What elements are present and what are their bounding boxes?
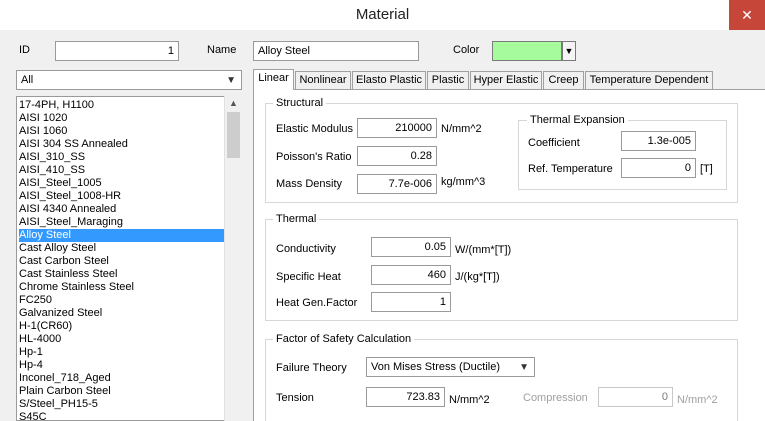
compression-unit: N/mm^2 [677, 394, 718, 406]
safety-group-title: Factor of Safety Calculation [273, 333, 415, 345]
compression-label: Compression [523, 392, 588, 404]
material-list-item[interactable]: Hp-1 [19, 346, 225, 359]
tab-nonlinear[interactable]: Nonlinear [295, 71, 351, 89]
material-list-item[interactable]: FC250 [19, 294, 225, 307]
mass-density-input[interactable]: 7.7e-006 [357, 174, 437, 194]
material-list-scrollbar[interactable]: ▲ [224, 96, 242, 421]
chevron-down-icon: ▼ [519, 362, 529, 373]
material-list[interactable]: 17-4PH, H1100 AISI 1020 AISI 1060 AISI 304 … [16, 96, 242, 421]
id-label: ID [19, 44, 30, 56]
heat-gen-factor-input[interactable]: 1 [371, 292, 451, 312]
material-list-item[interactable]: AISI_Steel_1005 [19, 177, 225, 190]
color-swatch[interactable] [492, 41, 562, 61]
material-list-item[interactable]: Inconel_718_Aged [19, 372, 225, 385]
material-list-item[interactable]: AISI_410_SS [19, 164, 225, 177]
tab-creep[interactable]: Creep [543, 71, 584, 89]
tab-linear[interactable]: Linear [253, 69, 294, 90]
material-filter-select[interactable]: All ▼ [16, 70, 242, 90]
material-list-item[interactable]: Plain Carbon Steel [19, 385, 225, 398]
material-list-item[interactable]: AISI_310_SS [19, 151, 225, 164]
material-list-item[interactable]: Alloy Steel [19, 229, 225, 242]
tension-label: Tension [276, 392, 314, 404]
ref-temperature-label: Ref. Temperature [528, 163, 613, 175]
name-label: Name [207, 44, 237, 56]
conductivity-unit: W/(mm*[T]) [455, 244, 512, 256]
scroll-up-icon[interactable]: ▲ [229, 98, 238, 108]
tab-elasto-plastic[interactable]: Elasto Plastic [352, 71, 426, 89]
thermal-expansion-title: Thermal Expansion [527, 114, 628, 126]
tab-hyper-elastic[interactable]: Hyper Elastic [470, 71, 542, 89]
coefficient-label: Coefficient [528, 137, 580, 149]
material-list-item[interactable]: Hp-4 [19, 359, 225, 372]
material-list-item[interactable]: AISI_Steel_1008-HR [19, 190, 225, 203]
material-list-item[interactable]: S45C [19, 411, 225, 420]
elastic-modulus-label: Elastic Modulus [276, 123, 354, 135]
poisson-ratio-input[interactable]: 0.28 [357, 146, 437, 166]
material-list-item[interactable]: H-1(CR60) [19, 320, 225, 333]
window-title: Material [355, 6, 410, 23]
color-dropdown-icon[interactable]: ▼ [562, 41, 576, 61]
material-list-item[interactable]: Cast Stainless Steel [19, 268, 225, 281]
material-list-item[interactable]: HL-4000 [19, 333, 225, 346]
failure-theory-select[interactable]: Von Mises Stress (Ductile) ▼ [366, 357, 535, 377]
structural-group-title: Structural [273, 97, 327, 109]
mass-density-unit: kg/mm^3 [441, 176, 486, 188]
tension-unit: N/mm^2 [449, 394, 490, 406]
material-list-item[interactable]: Cast Alloy Steel [19, 242, 225, 255]
conductivity-input[interactable]: 0.05 [371, 237, 451, 257]
name-input[interactable]: Alloy Steel [253, 41, 419, 61]
tab-plastic[interactable]: Plastic [427, 71, 469, 89]
material-list-item[interactable]: AISI 1020 [19, 112, 225, 125]
failure-theory-value: Von Mises Stress (Ductile) [371, 361, 500, 373]
elastic-modulus-input[interactable]: 210000 [357, 118, 437, 138]
specific-heat-label: Specific Heat [276, 271, 341, 283]
material-list-item[interactable]: 17-4PH, H1100 [19, 99, 225, 112]
failure-theory-label: Failure Theory [276, 362, 347, 374]
material-list-item[interactable]: AISI 4340 Annealed [19, 203, 225, 216]
conductivity-label: Conductivity [276, 243, 336, 255]
material-list-item[interactable]: S/Steel_PH15-5 [19, 398, 225, 411]
ref-temperature-input[interactable]: 0 [621, 158, 696, 178]
ref-temperature-unit: [T] [700, 163, 713, 175]
specific-heat-unit: J/(kg*[T]) [455, 271, 500, 283]
tab-temperature-dependent[interactable]: Temperature Dependent [585, 71, 713, 89]
material-list-item[interactable]: AISI 1060 [19, 125, 225, 138]
material-list-item[interactable]: AISI 304 SS Annealed [19, 138, 225, 151]
tension-input[interactable]: 723.83 [366, 387, 445, 407]
color-label: Color [453, 44, 480, 56]
material-list-item[interactable]: Galvanized Steel [19, 307, 225, 320]
coefficient-input[interactable]: 1.3e-005 [621, 131, 696, 151]
close-button[interactable]: ✕ [729, 0, 765, 30]
mass-density-label: Mass Density [276, 178, 343, 190]
specific-heat-input[interactable]: 460 [371, 265, 451, 285]
chevron-down-icon: ▼ [226, 75, 236, 86]
material-list-item[interactable]: Cast Carbon Steel [19, 255, 225, 268]
material-filter-value: All [21, 74, 34, 86]
material-list-item[interactable]: AISI_Steel_Maraging [19, 216, 225, 229]
elastic-modulus-unit: N/mm^2 [441, 123, 482, 135]
heat-gen-factor-label: Heat Gen.Factor [276, 297, 358, 309]
title-bar: Material ✕ [0, 0, 765, 30]
id-input[interactable]: 1 [55, 41, 179, 61]
safety-group [265, 339, 738, 421]
scroll-thumb[interactable] [227, 112, 240, 158]
material-list-item[interactable]: Chrome Stainless Steel [19, 281, 225, 294]
compression-input[interactable]: 0 [598, 387, 673, 407]
poisson-ratio-label: Poisson's Ratio [276, 151, 352, 163]
thermal-group-title: Thermal [273, 213, 320, 225]
